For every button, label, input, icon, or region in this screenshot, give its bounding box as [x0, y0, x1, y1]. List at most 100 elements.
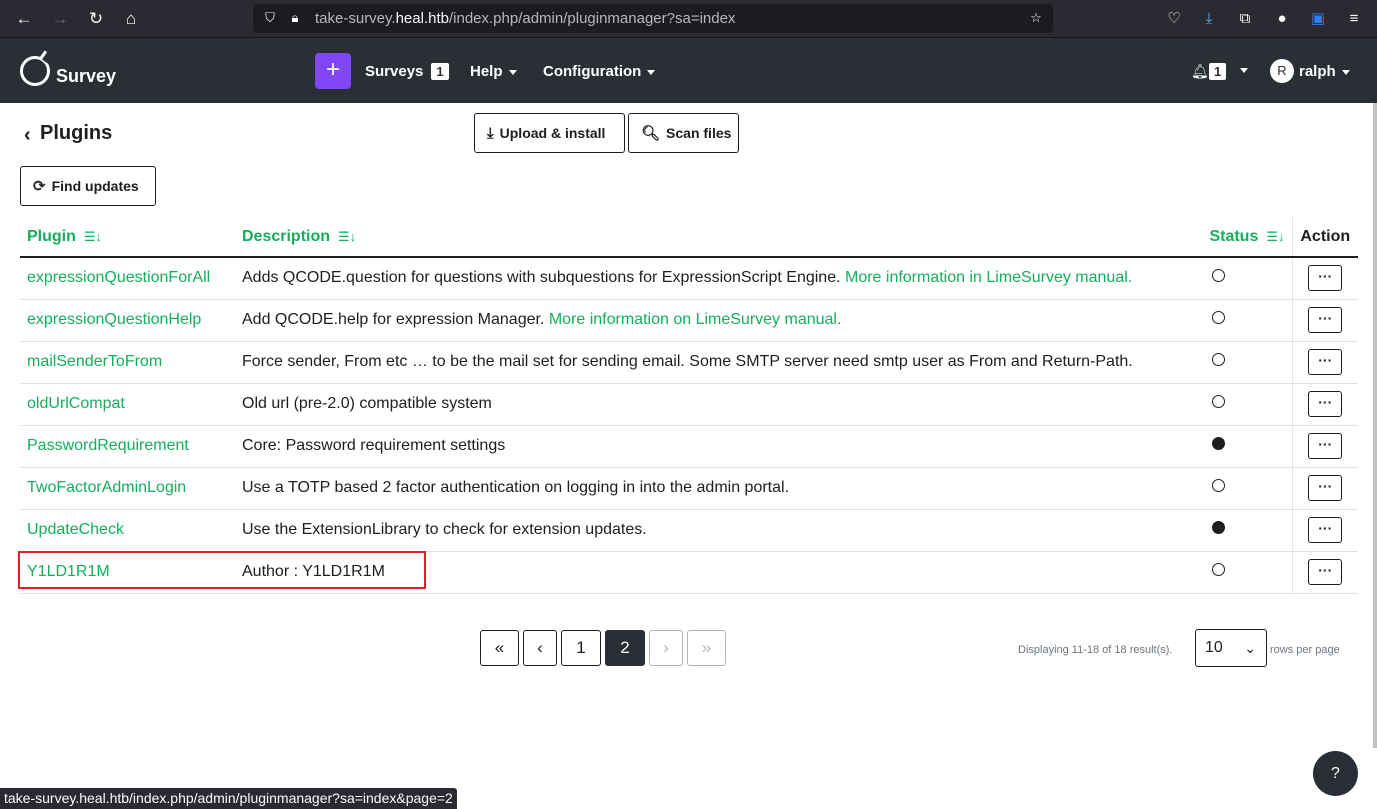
- scan-files-button[interactable]: 🔍︎ Scan files: [628, 113, 739, 153]
- forward-arrow-icon[interactable]: →: [48, 7, 72, 31]
- chevron-down-icon: ⌄: [1244, 640, 1256, 656]
- chevron-down-icon: [1341, 69, 1350, 75]
- plugins-table: Plugin ☰↓ Description ☰↓ Status ☰↓ Action e…: [20, 217, 1358, 594]
- create-survey-button[interactable]: +: [315, 53, 351, 89]
- prev-page-button[interactable]: ‹: [523, 630, 557, 666]
- action-cell: ···: [1291, 257, 1358, 300]
- find-updates-button[interactable]: ⟳ Find updates: [20, 166, 156, 206]
- rows-per-page-label: rows per page: [1270, 644, 1340, 656]
- brand-name[interactable]: Survey: [56, 66, 116, 87]
- description-text: Adds QCODE.question for questions with s…: [242, 269, 845, 287]
- actions-menu-button[interactable]: ···: [1308, 265, 1343, 292]
- configuration-menu[interactable]: Configuration: [543, 63, 656, 80]
- actions-menu-button[interactable]: ···: [1308, 433, 1343, 459]
- plugin-name-link[interactable]: expressionQuestionHelp: [20, 299, 235, 342]
- sort-icon: ☰↓: [338, 228, 357, 244]
- plugin-name-link[interactable]: UpdateCheck: [20, 509, 235, 552]
- plugin-name-link[interactable]: TwoFactorAdminLogin: [20, 467, 235, 510]
- menu-hamburger-icon[interactable]: ≡: [1343, 8, 1365, 30]
- description-text: Core: Password requirement settings: [242, 437, 506, 454]
- status-cell: [1202, 425, 1292, 468]
- help-menu[interactable]: Help: [470, 63, 517, 80]
- column-label: Plugin: [27, 227, 76, 245]
- last-page-button[interactable]: »: [687, 630, 726, 666]
- table-header-row: Plugin ☰↓ Description ☰↓ Status ☰↓ Action: [20, 217, 1358, 258]
- bookmark-star-icon[interactable]: ☆: [1028, 10, 1044, 26]
- action-cell: ···: [1291, 509, 1358, 552]
- address-bar[interactable]: ⛉ 🔒︎ take-survey.heal.htb/index.php/admi…: [253, 4, 1053, 33]
- actions-menu-button[interactable]: ···: [1308, 559, 1343, 585]
- extensions-icon[interactable]: ⧉: [1234, 8, 1256, 30]
- home-icon[interactable]: ⌂: [119, 7, 143, 31]
- manual-link[interactable]: More information on LimeSurvey manual.: [549, 311, 842, 328]
- description-text: Use the ExtensionLibrary to check for ex…: [242, 521, 647, 538]
- table-row: oldUrlCompat Old url (pre-2.0) compatible…: [20, 383, 1358, 426]
- surveys-count-badge: 1: [431, 63, 449, 80]
- help-chat-button[interactable]: ?: [1313, 751, 1358, 796]
- actions-menu-button[interactable]: ···: [1308, 517, 1343, 543]
- limesurvey-logo-icon[interactable]: [20, 56, 50, 86]
- actions-menu-button[interactable]: ···: [1308, 349, 1343, 375]
- description-text: Force sender, From etc … to be the mail …: [242, 353, 1133, 370]
- plugin-name-link[interactable]: expressionQuestionForAll: [20, 257, 235, 300]
- download-icon[interactable]: ⤓: [1198, 8, 1220, 30]
- surveys-menu[interactable]: Surveys 1: [365, 63, 449, 80]
- plugin-name-link[interactable]: oldUrlCompat: [20, 383, 235, 426]
- description-text: Add QCODE.help for expression Manager.: [242, 311, 549, 328]
- page-2-button[interactable]: 2: [605, 630, 645, 666]
- status-active-icon: [1212, 521, 1226, 534]
- pocket-icon[interactable]: ♡: [1163, 8, 1185, 30]
- url-text[interactable]: take-survey.heal.htb/index.php/admin/plu…: [315, 10, 735, 27]
- actions-menu-button[interactable]: ···: [1308, 307, 1343, 333]
- help-label: Help: [470, 63, 503, 80]
- search-icon: 🔍︎: [641, 125, 661, 142]
- status-inactive-icon: [1212, 353, 1226, 366]
- upload-install-label: Upload & install: [499, 125, 606, 141]
- shield-icon[interactable]: ⛉: [262, 10, 278, 26]
- plugin-description: Core: Password requirement settings: [235, 425, 1203, 468]
- action-cell: ···: [1291, 551, 1358, 594]
- back-chevron-icon[interactable]: ‹: [24, 124, 31, 147]
- chevron-down-icon[interactable]: [1240, 68, 1248, 73]
- plugin-name-link[interactable]: PasswordRequirement: [20, 425, 235, 468]
- manual-link[interactable]: More information in LimeSurvey manual.: [845, 269, 1132, 286]
- action-cell: ···: [1291, 299, 1358, 342]
- next-page-button[interactable]: ›: [649, 630, 683, 666]
- reload-icon[interactable]: ↻: [84, 7, 108, 31]
- status-cell: [1202, 509, 1292, 552]
- plugin-description: Adds QCODE.question for questions with s…: [235, 257, 1203, 300]
- plugin-description: Add QCODE.help for expression Manager. M…: [235, 299, 1203, 342]
- scrollbar[interactable]: [1373, 103, 1377, 748]
- status-inactive-icon: [1212, 479, 1226, 492]
- description-text: Use a TOTP based 2 factor authentication…: [242, 479, 790, 496]
- status-cell: [1202, 467, 1292, 510]
- column-header-description[interactable]: Description ☰↓: [235, 217, 1203, 258]
- status-bar-url: take-survey.heal.htb/index.php/admin/plu…: [0, 788, 457, 809]
- extension-z-icon[interactable]: ▣: [1307, 8, 1329, 30]
- user-menu[interactable]: ralph: [1299, 63, 1350, 80]
- page-1-button[interactable]: 1: [561, 630, 601, 666]
- column-label: Status: [1209, 227, 1259, 245]
- lock-icon[interactable]: 🔒︎: [287, 10, 303, 26]
- sort-icon: ☰↓: [1266, 228, 1285, 244]
- bell-icon[interactable]: 🔔︎: [1191, 63, 1209, 80]
- plugin-name-link[interactable]: mailSenderToFrom: [20, 341, 235, 384]
- back-arrow-icon[interactable]: ←: [12, 7, 36, 31]
- upload-install-button[interactable]: ⤓ Upload & install: [474, 113, 625, 153]
- refresh-icon: ⟳: [33, 178, 46, 195]
- result-summary: Displaying 11-18 of 18 result(s).: [1018, 644, 1173, 656]
- sort-icon: ☰↓: [83, 228, 103, 244]
- description-text: Old url (pre-2.0) compatible system: [242, 395, 492, 412]
- avatar[interactable]: R: [1270, 59, 1294, 83]
- status-cell: [1202, 257, 1292, 300]
- first-page-button[interactable]: «: [480, 630, 519, 666]
- column-header-plugin[interactable]: Plugin ☰↓: [20, 217, 235, 258]
- notifications-count-badge[interactable]: 1: [1209, 63, 1227, 80]
- extension-fox-icon[interactable]: ●: [1271, 8, 1293, 30]
- actions-menu-button[interactable]: ···: [1308, 475, 1343, 501]
- actions-menu-button[interactable]: ···: [1308, 391, 1343, 417]
- rows-per-page-select[interactable]: 10 ⌄: [1195, 629, 1267, 667]
- status-cell: [1202, 341, 1292, 384]
- rows-per-page-value: 10: [1205, 639, 1223, 656]
- column-header-status[interactable]: Status ☰↓: [1202, 217, 1292, 258]
